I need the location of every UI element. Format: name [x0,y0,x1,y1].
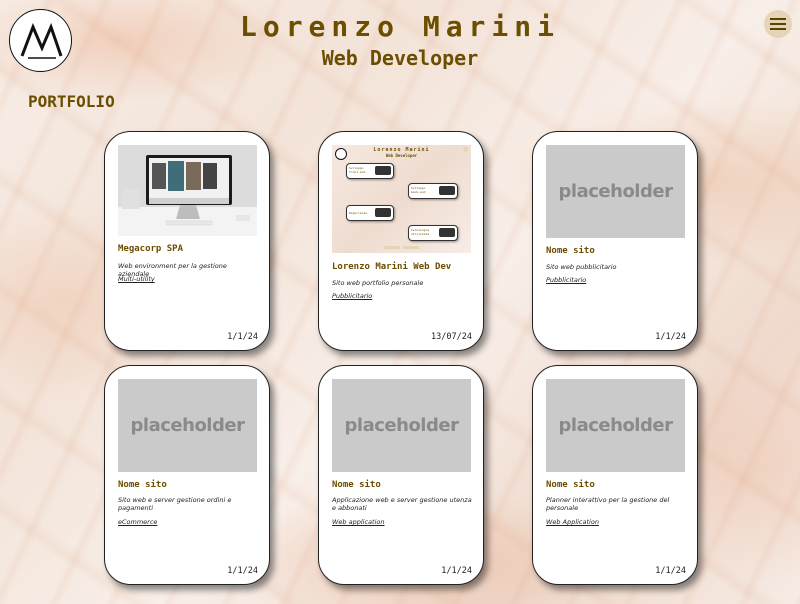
site-description: Sito web portfolio personale [332,279,424,287]
portfolio-card[interactable]: placeholder Nome sito Applicazione web e… [318,365,484,585]
mini-menu-icon [463,147,468,152]
mini-card-label: tecnologie utilizzate [411,228,429,236]
mini-card-label: Esperienze [349,211,368,215]
site-date: 1/1/24 [227,332,258,342]
portfolio-card[interactable]: Lorenzo Marini Web Developer Sviluppo fro… [318,131,484,351]
site-name: Nome sito [332,480,381,490]
site-date: 13/07/24 [431,332,472,342]
portfolio-card[interactable]: placeholder Nome sito Planner interattiv… [532,365,698,585]
project-image [118,145,257,236]
site-description: Planner interattivo per la gestione del … [546,496,670,513]
mini-card-image [439,186,455,195]
portfolio-card[interactable]: placeholder Nome sito Sito web e server … [104,365,270,585]
site-category-link[interactable]: Multi-utility [118,275,155,283]
page-subtitle: Web Developer [321,46,479,70]
site-name: Lorenzo Marini Web Dev [332,262,452,272]
hamburger-menu-icon [770,18,786,20]
site-category-link[interactable]: Web Application [546,518,599,526]
site-name: Megacorp SPA [118,244,184,254]
site-description: Applicazione web e server gestione utenz… [332,496,472,513]
mini-subtitle: Web Developer [385,153,418,158]
site-date: 1/1/24 [441,566,472,576]
mini-card-label-line2: front-end [349,170,366,174]
project-image: Lorenzo Marini Web Developer Sviluppo fro… [332,145,471,253]
site-date: 1/1/24 [655,332,686,342]
site-category-link[interactable]: Pubblicitario [332,292,372,300]
site-date: 1/1/24 [655,566,686,576]
site-name: Nome sito [546,246,595,256]
project-image-placeholder: placeholder [546,379,685,472]
project-image-placeholder: placeholder [546,145,685,238]
mini-card: tecnologie utilizzate [408,225,458,241]
mini-card: Sviluppo back-end [408,183,458,199]
mini-card-image [375,208,391,217]
project-image-placeholder: placeholder [118,379,257,472]
site-date: 1/1/24 [227,566,258,576]
portfolio-card[interactable]: Megacorp SPA Web environment per la gest… [104,131,270,351]
mini-card-label-line2: utilizzate [411,232,430,236]
project-image-placeholder: placeholder [332,379,471,472]
mini-card-label: Sviluppo back-end [411,186,425,194]
hamburger-line [770,23,786,25]
mini-card-label-line2: back-end [411,190,426,194]
mini-footer-link [384,246,400,249]
mini-card-image [375,166,391,175]
mini-card: Esperienze [346,205,394,221]
site-name: Nome sito [546,480,595,490]
mini-card: Sviluppo front-end [346,163,394,179]
mini-card-label: Sviluppo front-end [349,166,365,174]
site-category-link[interactable]: eCommerce [118,518,157,526]
site-category-link[interactable]: Pubblicitario [546,276,586,284]
portfolio-card[interactable]: placeholder Nome sito Sito web pubblicit… [532,131,698,351]
site-name: Nome sito [118,480,167,490]
page-title: Lorenzo Marini [239,10,560,43]
site-category-link[interactable]: Web application [332,518,384,526]
site-description: Sito web pubblicitario [546,263,617,271]
section-title: PORTFOLIO [28,92,115,111]
mini-footer-link [403,246,419,249]
site-description: Sito web e server gestione ordini e paga… [118,496,232,513]
menu-button[interactable] [764,10,792,38]
hamburger-line [770,28,786,30]
mini-card-image [439,228,455,237]
imac-photo [118,145,257,236]
